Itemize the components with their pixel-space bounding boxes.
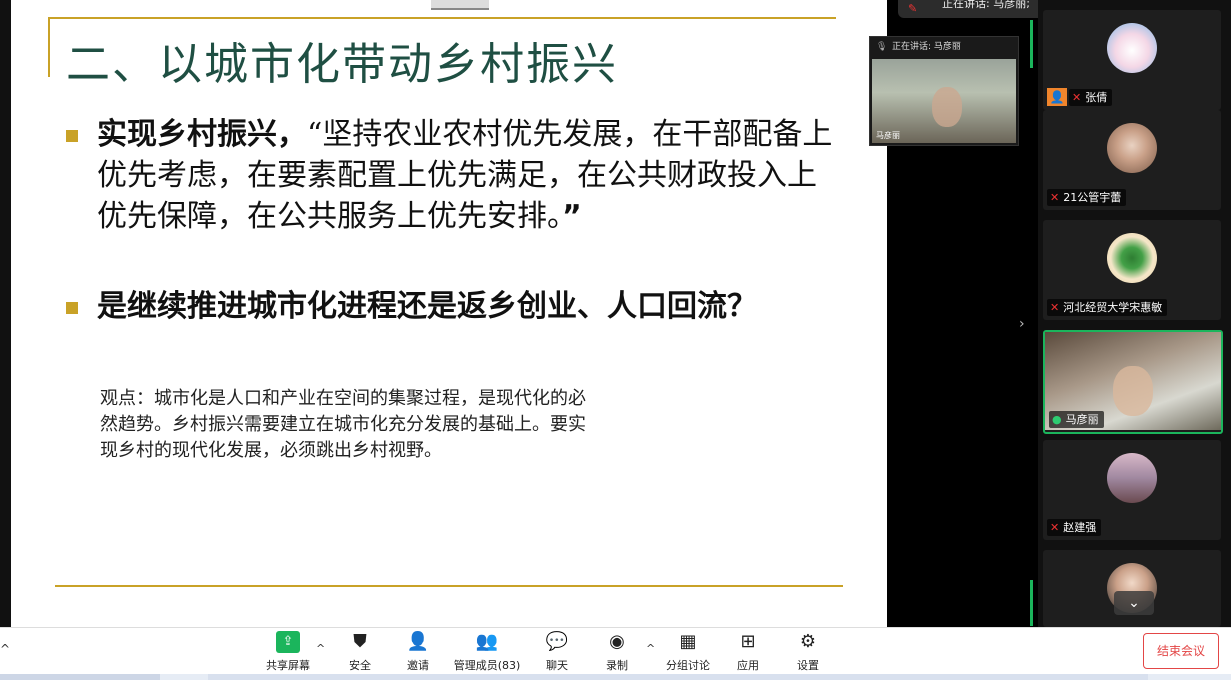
mini-video-header: 🎙 正在讲话: 马彦丽 xyxy=(870,37,1018,57)
meeting-toolbar: ^ ⇪ 共享屏幕 ^ ⛊ 安全 👤 邀请 👥 管理成员(83) 💬 聊天 ◉ 录… xyxy=(0,627,1231,681)
chevron-up-icon[interactable]: ^ xyxy=(316,642,325,655)
mic-off-icon: ✕ xyxy=(1050,521,1060,534)
participant-label: ✕ 张倩 xyxy=(1069,89,1113,106)
viewpoint-note: 观点：城市化是人口和产业在空间的集聚过程，是现代化的必然趋势。乡村振兴需要建立在… xyxy=(100,388,586,461)
chat-icon: 💬 xyxy=(545,631,569,652)
panel-divider-accent xyxy=(1030,20,1033,68)
share-indicator-tab[interactable] xyxy=(431,0,489,10)
security-button[interactable]: ⛊ 安全 xyxy=(340,631,380,673)
record-button[interactable]: ◉ 录制 xyxy=(600,631,634,673)
slide-bottom-border xyxy=(55,585,843,587)
bullet-marker xyxy=(66,302,78,314)
participant-label: ● 马彦丽 xyxy=(1049,411,1104,428)
share-screen-label: 共享屏幕 xyxy=(266,659,310,672)
taskbar-segment xyxy=(0,674,160,680)
apps-button[interactable]: ⊞ 应用 xyxy=(732,631,764,673)
participant-name: 河北经贸大学宋惠敏 xyxy=(1063,301,1163,314)
bullet-1: 实现乡村振兴，“坚持农业农村优先发展，在干部配备上优先考虑，在要素配置上优先满足… xyxy=(97,114,837,237)
manage-participants-button[interactable]: 👥 管理成员(83) xyxy=(452,631,522,673)
participant-tile[interactable]: ✕ 河北经贸大学宋惠敏 xyxy=(1043,220,1221,320)
participant-label: ✕ 河北经贸大学宋惠敏 xyxy=(1047,299,1168,316)
mic-on-icon: ● xyxy=(1052,413,1062,426)
mic-off-icon: ✕ xyxy=(1072,91,1082,104)
apps-icon: ⊞ xyxy=(740,631,756,652)
speaker-face xyxy=(932,87,962,127)
left-edge xyxy=(0,0,11,627)
bullet-marker xyxy=(66,130,78,142)
mini-video-window[interactable]: 🎙 正在讲话: 马彦丽 马彦丽 xyxy=(869,36,1019,146)
participant-name: 张倩 xyxy=(1085,91,1108,104)
breakout-button[interactable]: ▦ 分组讨论 xyxy=(662,631,714,673)
avatar xyxy=(1107,23,1157,73)
avatar xyxy=(1107,123,1157,173)
end-meeting-button[interactable]: 结束会议 xyxy=(1143,633,1219,669)
bullet-1-close: ” xyxy=(562,199,582,234)
participant-tile[interactable]: 👤 ✕ 张倩 xyxy=(1043,10,1221,110)
speaker-video: 马彦丽 xyxy=(872,59,1016,143)
record-label: 录制 xyxy=(606,659,628,672)
panel-divider-accent xyxy=(1030,580,1033,626)
chevron-up-icon[interactable]: ^ xyxy=(646,642,655,655)
record-icon: ◉ xyxy=(609,631,625,652)
share-screen-icon: ⇪ xyxy=(276,631,300,653)
bullet-1-bold: 实现乡村振兴， xyxy=(97,117,307,152)
mic-off-icon: ✕ xyxy=(1050,301,1060,314)
mic-off-icon: ✕ xyxy=(1050,191,1060,204)
chevron-up-icon[interactable]: ^ xyxy=(0,642,10,656)
mic-icon: 🎙 xyxy=(876,42,888,52)
breakout-label: 分组讨论 xyxy=(666,659,710,672)
taskbar-segment xyxy=(208,674,1148,680)
users-icon: 👥 xyxy=(475,631,499,652)
add-user-icon: 👤 xyxy=(406,631,430,652)
bullet-2: 是继续推进城市化进程还是返乡创业、人口回流？ xyxy=(97,286,837,327)
mini-video-title: 正在讲话: 马彦丽 xyxy=(892,42,961,52)
chat-label: 聊天 xyxy=(546,659,568,672)
invite-button[interactable]: 👤 邀请 xyxy=(400,631,436,673)
taskbar-strip xyxy=(0,674,1231,680)
title-border-top xyxy=(48,17,836,19)
manage-participants-label: 管理成员(83) xyxy=(453,659,521,672)
person-icon: 👤 xyxy=(1047,88,1067,106)
mic-off-icon: ✎ xyxy=(908,2,918,15)
mini-video-name: 马彦丽 xyxy=(876,131,900,140)
invite-label: 邀请 xyxy=(407,659,429,672)
share-screen-button[interactable]: ⇪ 共享屏幕 xyxy=(264,631,312,673)
participant-label: ✕ 21公管宇蕾 xyxy=(1047,189,1127,206)
breakout-icon: ▦ xyxy=(679,631,697,652)
participant-tile-active[interactable]: ● 马彦丽 xyxy=(1043,330,1223,434)
participant-face xyxy=(1113,366,1153,416)
chevron-right-icon[interactable]: › xyxy=(1019,316,1025,332)
security-label: 安全 xyxy=(349,659,371,672)
chevron-down-icon[interactable]: ⌄ xyxy=(1114,591,1154,615)
participant-tile[interactable]: ✕ 21公管宇蕾 xyxy=(1043,110,1221,210)
speaker-text: 正在讲话: 马彦丽; xyxy=(942,0,1030,10)
participant-label: ✕ 赵建强 xyxy=(1047,519,1102,536)
avatar xyxy=(1107,233,1157,283)
gear-icon: ⚙ xyxy=(799,631,817,652)
settings-button[interactable]: ⚙ 设置 xyxy=(792,631,824,673)
participant-tile[interactable] xyxy=(1043,550,1221,627)
title-border-left xyxy=(48,17,50,77)
participant-name: 21公管宇蕾 xyxy=(1063,191,1122,204)
settings-label: 设置 xyxy=(797,659,819,672)
slide-title: 二、以城市化带动乡村振兴 xyxy=(66,39,618,90)
apps-label: 应用 xyxy=(737,659,759,672)
bullet-2-text: 是继续推进城市化进程还是返乡创业、人口回流？ xyxy=(97,289,757,324)
avatar xyxy=(1107,453,1157,503)
shield-icon: ⛊ xyxy=(353,631,367,652)
participant-tile[interactable]: ✕ 赵建强 xyxy=(1043,440,1221,540)
participant-name: 马彦丽 xyxy=(1065,413,1099,426)
shared-slide: 二、以城市化带动乡村振兴 实现乡村振兴，“坚持农业农村优先发展，在干部配备上优先… xyxy=(11,0,887,627)
chat-button[interactable]: 💬 聊天 xyxy=(540,631,574,673)
participant-name: 赵建强 xyxy=(1063,521,1097,534)
